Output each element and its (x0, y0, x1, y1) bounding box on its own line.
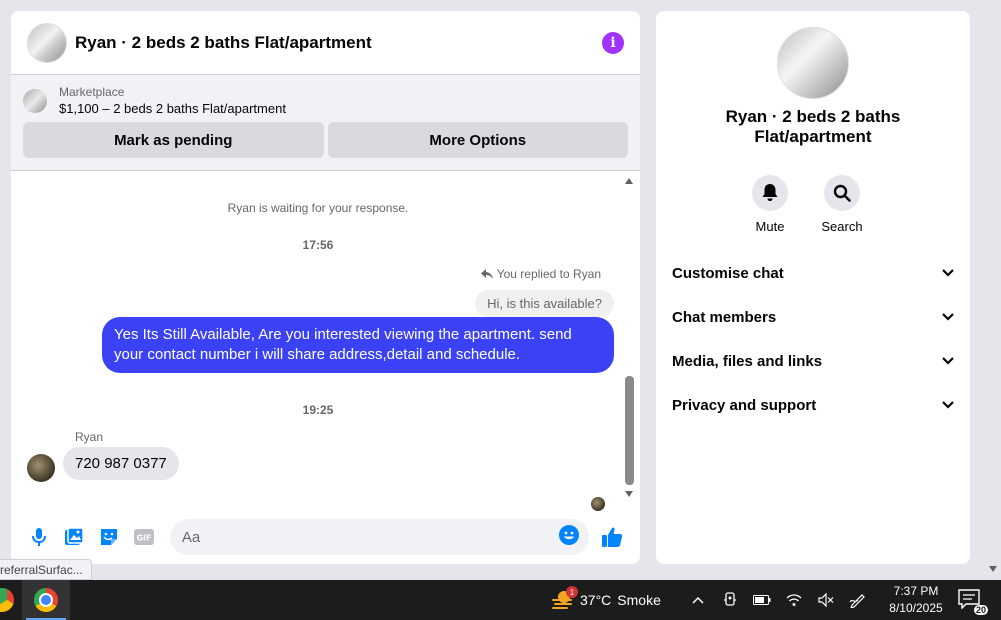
gif-icon[interactable]: GIF (127, 519, 162, 555)
clock-time: 7:37 PM (893, 584, 939, 598)
wifi-icon[interactable] (784, 590, 804, 610)
notification-count: 20 (973, 605, 988, 615)
section-label: Privacy and support (672, 396, 817, 414)
taskbar: 1 37°C Smoke 7:37 PM 8/10/2025 20 (0, 580, 1001, 620)
section-label: Customise chat (672, 264, 784, 282)
info-icon[interactable]: i (602, 31, 624, 54)
message-input[interactable] (181, 528, 559, 546)
section-label: Chat members (672, 308, 777, 326)
message-thread[interactable]: Ryan is waiting for your response. 17:56… (11, 174, 640, 512)
meet-now-icon[interactable] (720, 590, 740, 610)
listing-avatar[interactable] (27, 22, 67, 63)
emoji-icon[interactable] (558, 524, 579, 550)
search-label: Search (821, 219, 863, 234)
search-icon[interactable] (824, 175, 860, 211)
chrome-icon (34, 588, 58, 612)
microphone-icon[interactable] (21, 519, 56, 555)
scroll-up-icon[interactable] (625, 178, 633, 184)
chat-title[interactable]: Ryan · 2 beds 2 baths Flat/apartment (75, 33, 602, 53)
customise-chat-section[interactable]: Customise chat (664, 251, 962, 295)
chevron-down-icon (942, 269, 954, 277)
clock-date: 8/10/2025 (889, 601, 943, 615)
chevron-down-icon (942, 313, 954, 321)
thumbs-up-icon[interactable] (595, 519, 630, 555)
system-tray (688, 580, 868, 620)
outgoing-message[interactable]: Yes Its Still Available, Are you interes… (102, 317, 614, 373)
marketplace-bar: Marketplace $1,100 – 2 beds 2 baths Flat… (11, 75, 640, 171)
composer: GIF (11, 514, 640, 560)
chrome-taskbar-icon[interactable] (22, 580, 70, 620)
marketplace-listing[interactable]: Marketplace $1,100 – 2 beds 2 baths Flat… (23, 85, 628, 116)
more-options-button[interactable]: More Options (327, 122, 628, 158)
mark-pending-button[interactable]: Mark as pending (23, 122, 324, 158)
section-label: Media, files and links (672, 352, 823, 370)
chat-panel: Ryan · 2 beds 2 baths Flat/apartment i M… (11, 11, 640, 564)
mute-button[interactable]: Mute (746, 175, 794, 234)
page-scroll-down-icon[interactable] (989, 566, 997, 572)
scroll-down-icon[interactable] (625, 491, 633, 497)
reply-label: You replied to Ryan (480, 267, 601, 281)
listing-price: $1,100 – 2 beds 2 baths Flat/apartment (59, 101, 286, 116)
weather-temp: 37°C (580, 592, 612, 608)
timestamp: 17:56 (302, 238, 334, 252)
sender-avatar[interactable] (27, 454, 55, 482)
chevron-up-icon[interactable] (688, 590, 708, 610)
detail-title: Ryan · 2 beds 2 baths Flat/apartment (725, 107, 901, 146)
sticker-icon[interactable] (91, 519, 126, 555)
privacy-support-section[interactable]: Privacy and support (664, 383, 962, 427)
sender-name: Ryan (75, 430, 104, 444)
status-url-tooltip: referralSurfac... (0, 559, 92, 580)
weather-alert-badge: 1 (566, 586, 578, 598)
reply-arrow-icon (480, 269, 493, 279)
pen-icon[interactable] (848, 590, 868, 610)
taskbar-app-icon[interactable] (0, 580, 22, 620)
weather-desc: Smoke (617, 592, 661, 608)
waiting-notice: Ryan is waiting for your response. (227, 201, 409, 215)
read-receipt-avatar (591, 497, 605, 511)
haze-icon: 1 (552, 586, 578, 610)
details-accordion: Customise chat Chat members Media, files… (664, 251, 962, 427)
message-input-wrapper (169, 519, 589, 555)
scrollbar[interactable] (622, 174, 636, 512)
replied-to-bubble[interactable]: Hi, is this available? (475, 290, 614, 317)
conversation-details-panel: Ryan · 2 beds 2 baths Flat/apartment Mut… (656, 11, 970, 564)
bell-icon[interactable] (752, 175, 788, 211)
timestamp: 19:25 (302, 403, 334, 417)
taskbar-clock[interactable]: 7:37 PM 8/10/2025 (886, 583, 946, 617)
chevron-down-icon (942, 401, 954, 409)
svg-text:GIF: GIF (137, 534, 152, 543)
chevron-down-icon (942, 357, 954, 365)
battery-icon[interactable] (752, 590, 772, 610)
weather-widget[interactable]: 1 37°C Smoke (552, 580, 661, 620)
search-button[interactable]: Search (818, 175, 866, 234)
incoming-message[interactable]: 720 987 0377 (63, 447, 179, 480)
mute-label: Mute (755, 219, 785, 234)
scroll-thumb[interactable] (625, 376, 634, 485)
chat-members-section[interactable]: Chat members (664, 295, 962, 339)
chat-header: Ryan · 2 beds 2 baths Flat/apartment i (11, 11, 640, 75)
listing-thumbnail (23, 88, 47, 113)
reply-label-text: You replied to Ryan (496, 267, 601, 281)
notification-center-icon[interactable]: 20 (958, 589, 988, 615)
marketplace-label: Marketplace (59, 85, 125, 99)
photo-icon[interactable] (56, 519, 91, 555)
media-files-links-section[interactable]: Media, files and links (664, 339, 962, 383)
volume-muted-icon[interactable] (816, 590, 836, 610)
detail-avatar[interactable] (777, 27, 849, 99)
